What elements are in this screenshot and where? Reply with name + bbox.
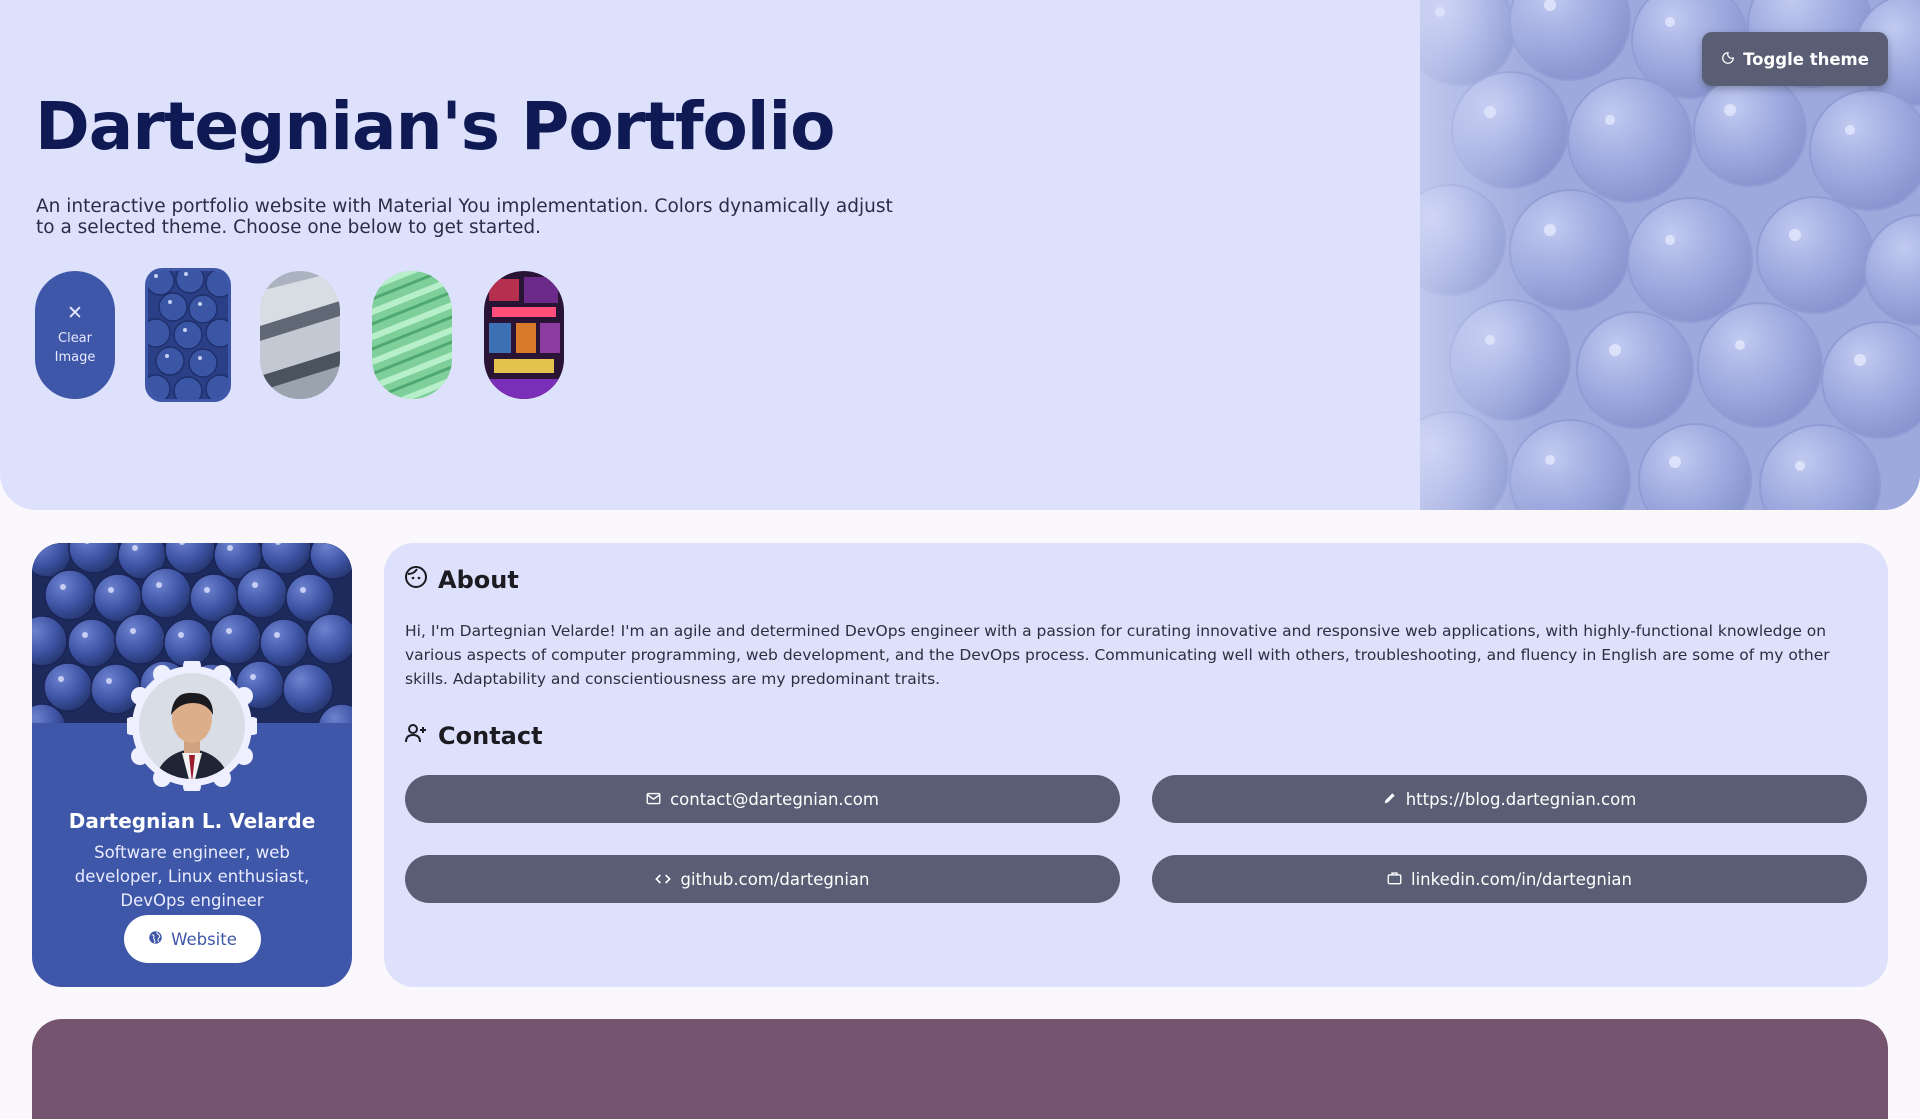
next-section-card (32, 1019, 1888, 1119)
contact-email-label: contact@dartegnian.com (670, 789, 879, 809)
contact-heading-label: Contact (438, 722, 543, 750)
theme-option-green-waves[interactable] (372, 271, 452, 399)
clear-label-line1: Clear (58, 331, 92, 346)
toggle-theme-button[interactable]: Toggle theme (1702, 32, 1888, 86)
contact-github-label: github.com/dartegnian (680, 869, 870, 889)
about-heading-label: About (438, 566, 519, 594)
globe-icon (148, 930, 163, 949)
avatar (123, 657, 261, 795)
pencil-icon (1383, 790, 1397, 809)
hero-section: Dartegnian's Portfolio An interactive po… (0, 0, 1920, 510)
contact-blog-label: https://blog.dartegnian.com (1405, 789, 1637, 809)
profile-role: Software engineer, web developer, Linux … (74, 843, 310, 910)
theme-option-neon-arcade[interactable] (484, 271, 564, 399)
profile-card: Dartegnian L. Velarde Software engineer,… (32, 543, 352, 987)
about-heading: About (404, 565, 519, 595)
profile-name: Dartegnian L. Velarde (68, 809, 316, 833)
about-text: Hi, I'm Dartegnian Velarde! I'm an agile… (405, 622, 1830, 688)
about-card: About Hi, I'm Dartegnian Velarde! I'm an… (384, 543, 1888, 987)
moon-icon (1721, 50, 1735, 69)
toggle-theme-label: Toggle theme (1743, 49, 1869, 69)
clear-image-button[interactable]: ✕ Clear Image (35, 271, 115, 399)
theme-option-blueberries[interactable] (148, 271, 228, 399)
close-icon: ✕ (67, 302, 83, 324)
code-icon (655, 870, 672, 889)
person-add-icon (404, 721, 428, 751)
hero-description: An interactive portfolio website with Ma… (36, 196, 893, 238)
contact-blog-button[interactable]: https://blog.dartegnian.com (1152, 775, 1867, 823)
website-button[interactable]: Website (124, 915, 261, 963)
website-label: Website (171, 929, 237, 949)
contact-linkedin-button[interactable]: linkedin.com/in/dartegnian (1152, 855, 1867, 903)
face-icon (404, 565, 428, 595)
contact-github-button[interactable]: github.com/dartegnian (405, 855, 1120, 903)
briefcase-icon (1387, 870, 1402, 889)
hero-image-fade (1320, 0, 1540, 510)
mail-icon (646, 790, 661, 809)
contact-heading: Contact (404, 721, 543, 751)
theme-option-glass-blocks[interactable] (260, 271, 340, 399)
contact-linkedin-label: linkedin.com/in/dartegnian (1411, 869, 1632, 889)
clear-label-line2: Image (54, 350, 96, 365)
contact-email-button[interactable]: contact@dartegnian.com (405, 775, 1120, 823)
page-title: Dartegnian's Portfolio (35, 88, 835, 165)
